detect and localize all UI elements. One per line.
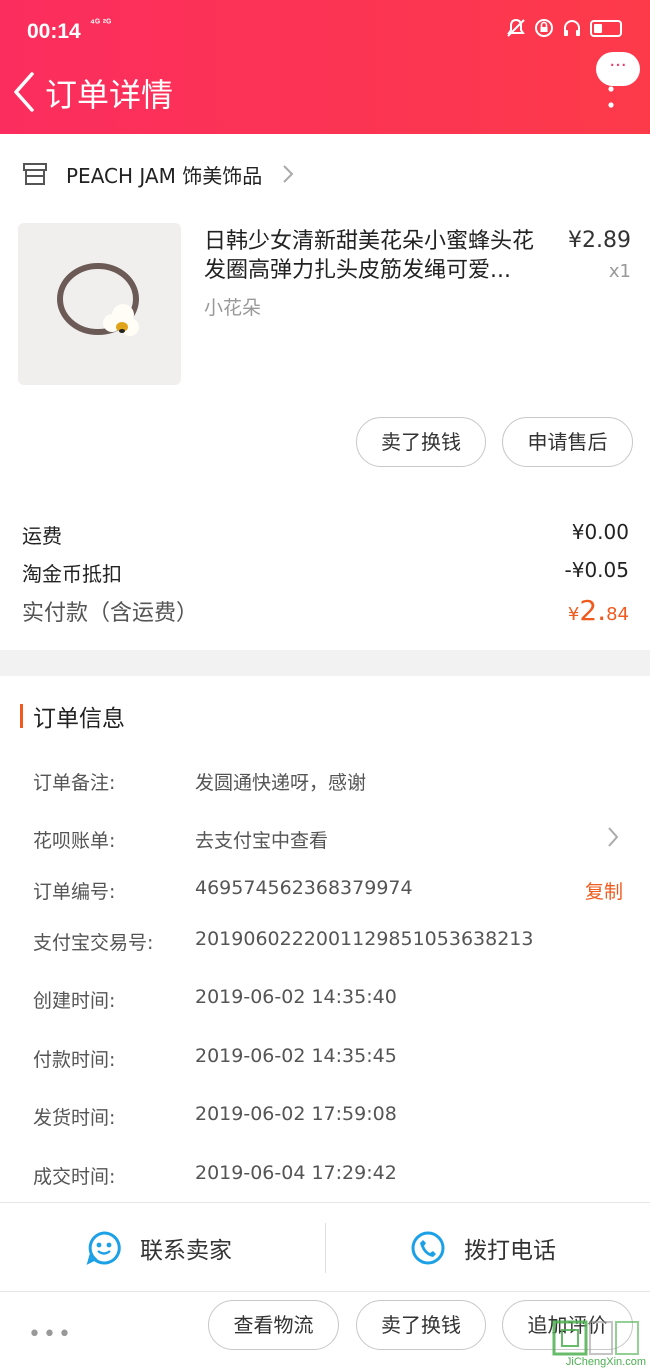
status-icons: [506, 18, 622, 38]
total-integer: 2.: [579, 594, 607, 627]
product-title[interactable]: 日韩少女清新甜美花朵小蜜蜂头花发圈高弹力扎头皮筋发绳可爱...: [204, 227, 549, 285]
order-info-heading: 订单信息: [20, 702, 125, 732]
mute-bell-icon: [507, 18, 525, 37]
product-quantity: x1: [608, 261, 631, 282]
info-label: 发货时间:: [33, 1107, 116, 1129]
vertical-menu-icon[interactable]: [608, 86, 614, 108]
back-arrow-icon[interactable]: [8, 68, 44, 116]
more-actions-icon[interactable]: •••: [28, 1322, 73, 1347]
chat-bubble-icon: [86, 1231, 121, 1265]
call-phone-button[interactable]: 拨打电话: [410, 1203, 556, 1293]
contact-bar: 联系卖家 拨打电话: [0, 1202, 650, 1292]
copy-order-number-button[interactable]: 复制: [585, 877, 623, 904]
contact-seller-label: 联系卖家: [140, 1238, 232, 1264]
shipping-fee-row: 运费 ¥0.00: [22, 520, 629, 549]
info-label: 订单备注:: [33, 772, 116, 794]
sell-for-cash-button-bottom[interactable]: 卖了换钱: [356, 1300, 486, 1350]
info-label: 创建时间:: [33, 990, 116, 1012]
shop-name: PEACH JAM 饰美饰品: [66, 163, 263, 188]
info-value: 去支付宝中查看: [195, 830, 329, 852]
apply-after-sales-button[interactable]: 申请售后: [502, 417, 633, 467]
product-thumbnail[interactable]: [18, 223, 181, 385]
lock-circle-icon: [535, 19, 553, 37]
more-options-button[interactable]: ···: [596, 52, 640, 86]
headphones-icon: [564, 20, 580, 36]
watermark-text: JiChengXin.com: [565, 1356, 646, 1368]
hair-tie-image: [57, 263, 139, 336]
chevron-right-icon: [283, 165, 294, 183]
network-indicator: ⁴ᴳ ²ᴳ: [90, 18, 112, 29]
total-paid-row: 实付款（含运费） ¥2.84: [22, 594, 629, 627]
total-decimal: 84: [606, 604, 629, 625]
info-label: 支付宝交易号:: [33, 932, 154, 954]
info-value: 2019060222001129851053638213: [195, 928, 534, 950]
info-value: 发圆通快递呀，感谢: [195, 772, 367, 794]
contact-seller-button[interactable]: 联系卖家: [86, 1203, 232, 1293]
total-paid-amount: ¥2.84: [568, 594, 629, 627]
shop-row[interactable]: PEACH JAM 饰美饰品: [22, 152, 294, 196]
status-bar: 00:14 ⁴ᴳ ²ᴳ: [0, 14, 650, 54]
coin-discount-value: -¥0.05: [564, 558, 629, 582]
info-label: 花呗账单:: [33, 830, 116, 852]
info-value: 2019-06-02 14:35:40: [195, 986, 397, 1008]
total-currency: ¥: [567, 604, 580, 625]
info-value: 2019-06-04 17:29:42: [195, 1162, 397, 1184]
accent-bar: [20, 704, 23, 728]
order-item-card: PEACH JAM 饰美饰品 日韩少女清新甜美花朵小蜜蜂头花发圈高弹力扎头皮筋发…: [0, 134, 650, 650]
info-value: 2019-06-02 14:35:45: [195, 1045, 397, 1067]
info-value: 2019-06-02 17:59:08: [195, 1103, 397, 1125]
shipping-fee-label: 运费: [22, 524, 62, 548]
call-phone-label: 拨打电话: [464, 1238, 556, 1264]
shop-icon: [23, 163, 47, 185]
coin-discount-row: 淘金币抵扣 -¥0.05: [22, 558, 629, 587]
order-info-section: 订单信息 订单备注: 发圆通快递呀，感谢 花呗账单: 去支付宝中查看 订单编号:…: [0, 676, 650, 1202]
info-label: 订单编号:: [33, 881, 116, 903]
info-label: 付款时间:: [33, 1049, 116, 1071]
phone-icon: [411, 1231, 445, 1265]
battery-icon: [590, 19, 622, 37]
product-price: ¥2.89: [568, 228, 631, 253]
app-header: 00:14 ⁴ᴳ ²ᴳ 订单详情 ···: [0, 0, 650, 134]
page-title: 订单详情: [45, 76, 174, 114]
coin-discount-label: 淘金币抵扣: [22, 562, 122, 586]
total-paid-label: 实付款（含运费）: [22, 601, 199, 626]
order-info-title: 订单信息: [33, 706, 125, 732]
shipping-fee-value: ¥0.00: [571, 520, 629, 544]
info-label: 成交时间:: [33, 1166, 116, 1188]
status-time: 00:14: [27, 20, 81, 43]
view-logistics-button[interactable]: 查看物流: [208, 1300, 339, 1350]
info-value: 469574562368379974: [195, 877, 413, 899]
sell-for-cash-button[interactable]: 卖了换钱: [356, 417, 486, 467]
product-variant: 小花朵: [204, 297, 262, 319]
divider: [325, 1223, 326, 1273]
chevron-right-icon: [608, 827, 619, 847]
